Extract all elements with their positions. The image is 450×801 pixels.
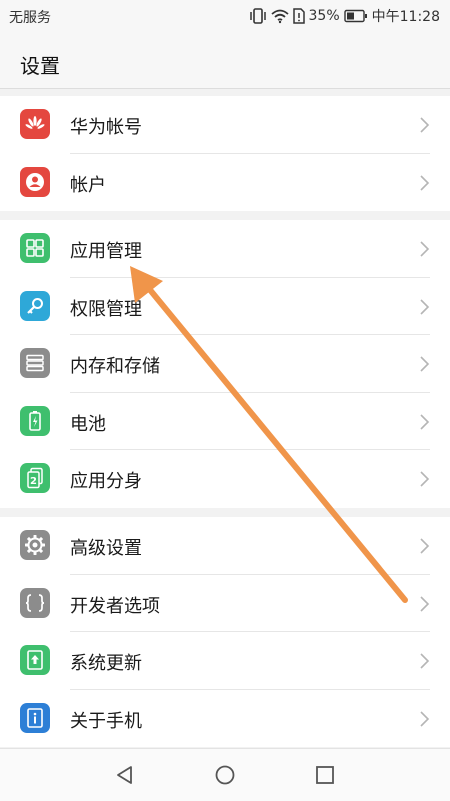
settings-item-label: 高级设置 bbox=[70, 538, 142, 559]
settings-item-app-twin[interactable]: 2 应用分身 bbox=[0, 450, 450, 508]
chevron-right-icon bbox=[420, 174, 430, 191]
settings-item-storage[interactable]: 内存和存储 bbox=[0, 335, 450, 393]
battery-percent: 35% bbox=[308, 8, 340, 24]
battery-icon-status bbox=[343, 9, 367, 23]
app-twin-icon: 2 bbox=[20, 463, 50, 493]
chevron-right-icon bbox=[420, 538, 430, 554]
home-icon[interactable] bbox=[213, 763, 237, 787]
settings-item-permissions[interactable]: 权限管理 bbox=[0, 278, 450, 335]
braces-icon bbox=[20, 587, 50, 618]
info-icon bbox=[20, 702, 50, 733]
chevron-right-icon bbox=[420, 413, 430, 430]
clock-text: 中午11:28 bbox=[371, 9, 440, 25]
storage-icon bbox=[20, 348, 50, 378]
chevron-right-icon bbox=[420, 241, 430, 257]
page-title: 设置 bbox=[20, 54, 60, 78]
battery-icon bbox=[20, 405, 50, 436]
apps-grid-icon bbox=[20, 233, 50, 263]
user-icon bbox=[20, 166, 50, 197]
huawei-logo-icon bbox=[20, 109, 50, 139]
settings-item-label: 系统更新 bbox=[70, 653, 142, 674]
chevron-right-icon bbox=[420, 356, 430, 372]
back-icon[interactable] bbox=[113, 763, 137, 787]
settings-item-about-phone[interactable]: 关于手机 bbox=[0, 690, 450, 748]
settings-item-accounts[interactable]: 帐户 bbox=[0, 154, 450, 212]
settings-group-system: 高级设置 开发者选项 系统更新 关于手机 bbox=[0, 517, 450, 747]
settings-item-battery[interactable]: 电池 bbox=[0, 393, 450, 450]
settings-item-label: 应用管理 bbox=[70, 241, 142, 262]
recent-apps-icon[interactable] bbox=[313, 763, 337, 787]
chevron-right-icon bbox=[420, 710, 430, 727]
settings-item-label: 电池 bbox=[70, 413, 106, 435]
update-icon bbox=[20, 645, 50, 675]
settings-group-apps: 应用管理 权限管理 内存和存储 电池 2 应用分身 bbox=[0, 220, 450, 508]
wifi-icon bbox=[270, 9, 289, 24]
chevron-right-icon bbox=[420, 471, 430, 487]
settings-item-label: 内存和存储 bbox=[70, 356, 160, 377]
vibrate-icon bbox=[249, 8, 266, 24]
settings-item-system-update[interactable]: 系统更新 bbox=[0, 632, 450, 690]
settings-item-label: 帐户 bbox=[70, 174, 106, 196]
chevron-right-icon bbox=[420, 298, 430, 315]
chevron-right-icon bbox=[420, 117, 430, 133]
settings-item-developer-options[interactable]: 开发者选项 bbox=[0, 575, 450, 632]
status-bar: 无服务 35% 中午11:28 bbox=[0, 0, 450, 32]
settings-item-label: 应用分身 bbox=[70, 471, 142, 492]
settings-item-huawei-id[interactable]: 华为帐号 bbox=[0, 96, 450, 154]
key-icon bbox=[20, 290, 50, 321]
title-divider bbox=[0, 88, 450, 89]
settings-item-label: 华为帐号 bbox=[70, 117, 142, 138]
settings-item-app-management[interactable]: 应用管理 bbox=[0, 220, 450, 278]
settings-item-label: 关于手机 bbox=[70, 710, 142, 732]
navigation-bar bbox=[0, 748, 450, 801]
settings-group-account: 华为帐号 帐户 bbox=[0, 96, 450, 211]
chevron-right-icon bbox=[420, 595, 430, 612]
chevron-right-icon bbox=[420, 653, 430, 669]
carrier-text: 无服务 bbox=[9, 10, 51, 26]
settings-item-label: 权限管理 bbox=[70, 298, 142, 320]
gear-icon bbox=[20, 530, 50, 560]
settings-item-advanced[interactable]: 高级设置 bbox=[0, 517, 450, 575]
svg-text:2: 2 bbox=[30, 476, 37, 487]
settings-item-label: 开发者选项 bbox=[70, 595, 160, 617]
no-sim-icon bbox=[292, 8, 305, 24]
title-bar: 设置 bbox=[0, 32, 450, 88]
